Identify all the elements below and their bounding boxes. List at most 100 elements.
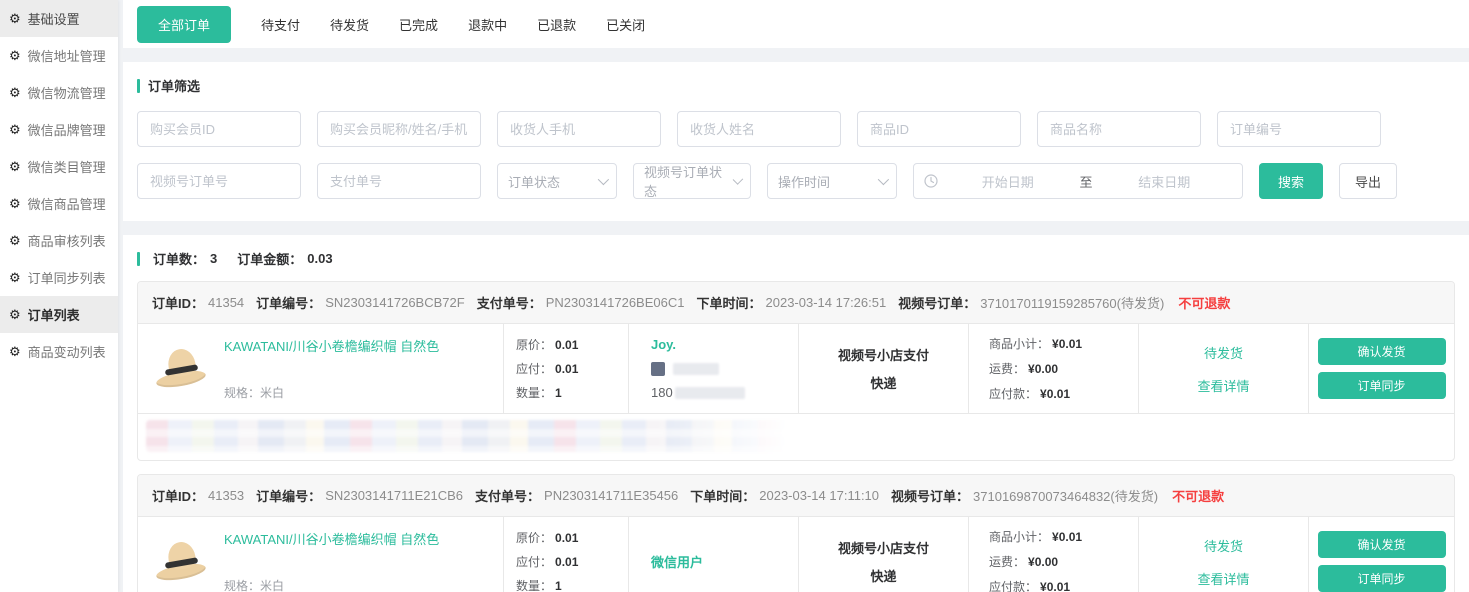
sidebar-item-order-sync-list[interactable]: ⚙订单同步列表 bbox=[0, 259, 118, 296]
order-sync-button[interactable]: 订单同步 bbox=[1318, 372, 1446, 399]
order-filter-panel: 订单筛选 订单状态 视频号订单状态 操作时间 bbox=[123, 62, 1469, 221]
search-button[interactable]: 搜索 bbox=[1259, 163, 1323, 199]
filter-row-1 bbox=[137, 111, 1455, 147]
tab-pending-shipment[interactable]: 待发货 bbox=[330, 15, 369, 34]
order-sn-value: SN2303141711E21CB6 bbox=[325, 488, 463, 503]
product-id-input[interactable] bbox=[857, 111, 1021, 147]
sidebar-item-product-change-list[interactable]: ⚙商品变动列表 bbox=[0, 333, 118, 370]
status-cell: 待发货 查看详情 bbox=[1139, 517, 1309, 592]
order-sn-input[interactable] bbox=[1217, 111, 1381, 147]
filter-title-text: 订单筛选 bbox=[148, 76, 200, 95]
sidebar-item-product-review-list[interactable]: ⚙商品审核列表 bbox=[0, 222, 118, 259]
order-sn-value: SN2303141726BCB72F bbox=[325, 295, 465, 310]
sidebar-item-basic-settings[interactable]: ⚙ 基础设置 bbox=[0, 0, 118, 37]
actions-cell: 确认发货 订单同步 bbox=[1309, 517, 1454, 592]
status-badge: 待发货 bbox=[1204, 343, 1243, 362]
sidebar-item-label: 基础设置 bbox=[28, 9, 80, 28]
channel-order-no-input[interactable] bbox=[137, 163, 301, 199]
title-accent-bar bbox=[137, 79, 140, 93]
status-cell: 待发货 查看详情 bbox=[1139, 324, 1309, 413]
redacted-address-blur bbox=[146, 420, 794, 452]
product-name-link[interactable]: KAWATANI/川谷小卷檐编织帽 自然色 bbox=[224, 529, 439, 548]
gear-icon: ⚙ bbox=[9, 308, 21, 321]
order-id-label: 订单ID： bbox=[152, 293, 204, 312]
order-sync-button[interactable]: 订单同步 bbox=[1318, 565, 1446, 592]
tab-refunding[interactable]: 退款中 bbox=[468, 15, 507, 34]
order-count-label: 订单数： bbox=[153, 249, 205, 268]
receiver-name-input[interactable] bbox=[677, 111, 841, 147]
view-detail-link[interactable]: 查看详情 bbox=[1197, 569, 1249, 588]
subtotal: 商品小计：¥0.01 bbox=[989, 528, 1138, 545]
product-image bbox=[154, 346, 208, 392]
gear-icon: ⚙ bbox=[9, 12, 21, 25]
date-range-picker[interactable]: 开始日期 至 结束日期 bbox=[913, 163, 1243, 199]
payment-no-label: 支付单号： bbox=[475, 486, 540, 505]
confirm-ship-button[interactable]: 确认发货 bbox=[1318, 531, 1446, 558]
filter-row-2: 订单状态 视频号订单状态 操作时间 开始日期 至 结束日期 搜索 bbox=[137, 163, 1455, 199]
gear-icon: ⚙ bbox=[9, 271, 21, 284]
order-time-label: 下单时间： bbox=[696, 293, 761, 312]
date-start-input[interactable]: 开始日期 bbox=[940, 172, 1076, 191]
product-spec: 规格：米白 bbox=[224, 577, 439, 592]
payment-cell: 视频号小店支付 快递 bbox=[799, 324, 969, 413]
sidebar-item-wechat-product[interactable]: ⚙微信商品管理 bbox=[0, 185, 118, 222]
gear-icon: ⚙ bbox=[9, 234, 21, 247]
payment-no-value: PN2303141711E35456 bbox=[544, 488, 678, 503]
date-end-input[interactable]: 结束日期 bbox=[1097, 172, 1233, 191]
export-button[interactable]: 导出 bbox=[1339, 163, 1397, 199]
sidebar-item-order-list[interactable]: ⚙ 订单列表 bbox=[0, 296, 118, 333]
price-cell: 原价：0.01 应付：0.01 数量：1 bbox=[504, 324, 629, 413]
tab-refunded[interactable]: 已退款 bbox=[537, 15, 576, 34]
status-badge: 待发货 bbox=[1204, 536, 1243, 555]
sidebar-item-wechat-brand[interactable]: ⚙微信品牌管理 bbox=[0, 111, 118, 148]
sidebar-item-wechat-address[interactable]: ⚙微信地址管理 bbox=[0, 37, 118, 74]
order-body: KAWATANI/川谷小卷檐编织帽 自然色 规格：米白 原价：0.01 应付：0… bbox=[138, 324, 1454, 413]
channel-order-value: 3710170119159285760(待发货) bbox=[980, 293, 1164, 312]
order-status-select[interactable]: 订单状态 bbox=[497, 163, 617, 199]
operate-time-select[interactable]: 操作时间 bbox=[767, 163, 897, 199]
channel-order-value: 3710169870073464832(待发货) bbox=[973, 486, 1158, 505]
chevron-down-icon bbox=[878, 174, 889, 185]
tab-all-orders[interactable]: 全部订单 bbox=[137, 6, 231, 43]
price-cell: 原价：0.01 应付：0.01 数量：1 bbox=[504, 517, 629, 592]
sidebar-item-wechat-logistics[interactable]: ⚙微信物流管理 bbox=[0, 74, 118, 111]
channel-order-label: 视频号订单： bbox=[891, 486, 969, 505]
order-time-value: 2023-03-14 17:11:10 bbox=[759, 488, 879, 503]
sidebar-item-wechat-category[interactable]: ⚙微信类目管理 bbox=[0, 148, 118, 185]
address-row bbox=[138, 413, 1454, 460]
sidebar-item-label: 订单列表 bbox=[28, 305, 80, 324]
product-cell: KAWATANI/川谷小卷檐编织帽 自然色 规格：米白 bbox=[138, 324, 504, 413]
buyer-nickname: 微信用户 bbox=[651, 552, 786, 571]
order-amount-label: 订单金额： bbox=[237, 249, 302, 268]
non-refundable-badge: 不可退款 bbox=[1172, 486, 1224, 505]
gear-icon: ⚙ bbox=[9, 123, 21, 136]
buyer-member-id-input[interactable] bbox=[137, 111, 301, 147]
payment-no-input[interactable] bbox=[317, 163, 481, 199]
receiver-phone-input[interactable] bbox=[497, 111, 661, 147]
amount-due: 应付款：¥0.01 bbox=[989, 385, 1138, 402]
tab-closed[interactable]: 已关闭 bbox=[606, 15, 645, 34]
tab-pending-payment[interactable]: 待支付 bbox=[261, 15, 300, 34]
channel-order-label: 视频号订单： bbox=[898, 293, 976, 312]
order-card: 订单ID：41353 订单编号：SN2303141711E21CB6 支付单号：… bbox=[137, 474, 1455, 592]
product-name-input[interactable] bbox=[1037, 111, 1201, 147]
payment-no-value: PN2303141726BE06C1 bbox=[546, 295, 685, 310]
confirm-ship-button[interactable]: 确认发货 bbox=[1318, 338, 1446, 365]
gear-icon: ⚙ bbox=[9, 197, 21, 210]
channel-order-status-select[interactable]: 视频号订单状态 bbox=[633, 163, 751, 199]
freight: 运费：¥0.00 bbox=[989, 360, 1138, 377]
sidebar-item-label: 微信物流管理 bbox=[28, 83, 106, 102]
clock-icon bbox=[924, 174, 938, 188]
chevron-down-icon bbox=[732, 174, 743, 185]
order-sn-label: 订单编号： bbox=[256, 486, 321, 505]
order-body: KAWATANI/川谷小卷檐编织帽 自然色 规格：米白 原价：0.01 应付：0… bbox=[138, 517, 1454, 592]
product-name-link[interactable]: KAWATANI/川谷小卷檐编织帽 自然色 bbox=[224, 336, 439, 355]
view-detail-link[interactable]: 查看详情 bbox=[1197, 376, 1249, 395]
tab-completed[interactable]: 已完成 bbox=[399, 15, 438, 34]
product-image bbox=[154, 539, 208, 585]
sidebar: ⚙基础设置 ⚙微信地址管理 ⚙微信物流管理 ⚙微信品牌管理 ⚙微信类目管理 ⚙微… bbox=[0, 0, 118, 592]
actions-cell: 确认发货 订单同步 bbox=[1309, 324, 1454, 413]
order-header: 订单ID：41354 订单编号：SN2303141726BCB72F 支付单号：… bbox=[138, 282, 1454, 324]
buyer-member-info-input[interactable] bbox=[317, 111, 481, 147]
amount-due: 应付款：¥0.01 bbox=[989, 578, 1138, 592]
